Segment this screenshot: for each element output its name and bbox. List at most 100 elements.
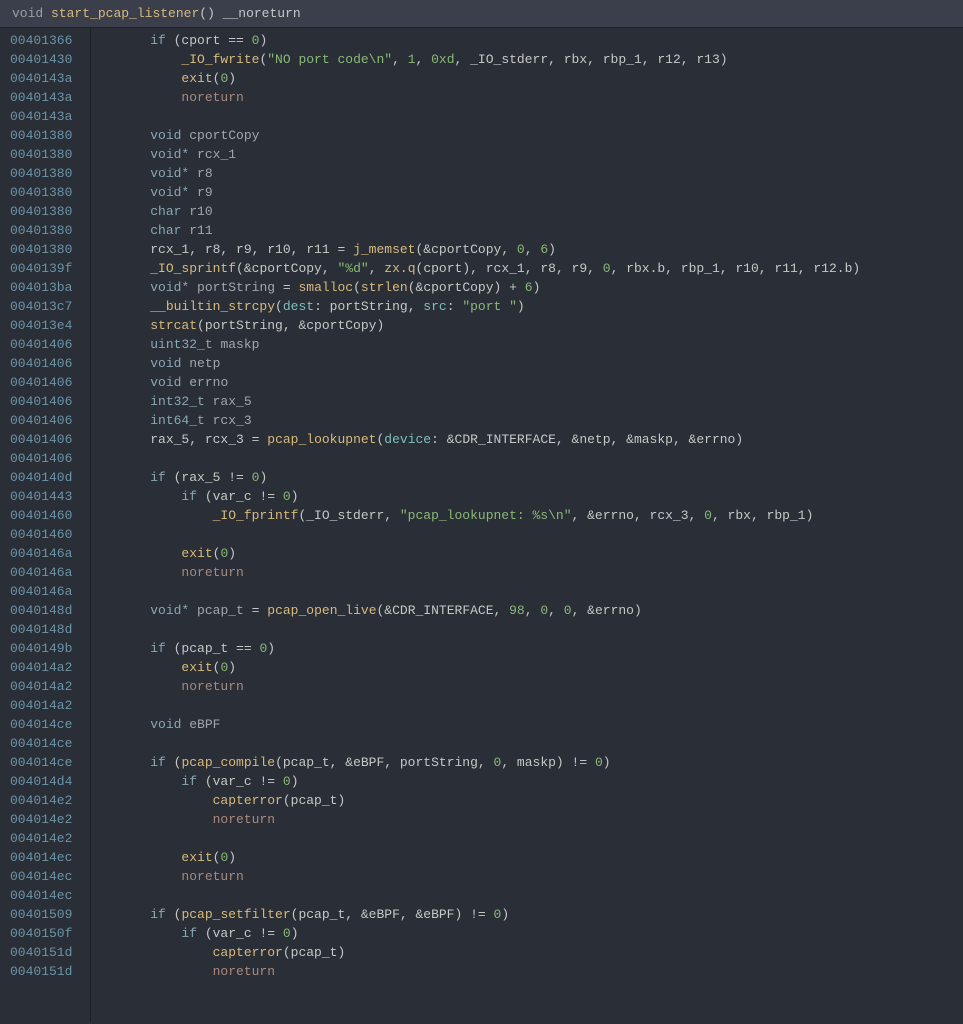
code-line[interactable]: capterror(pcap_t) <box>119 791 963 810</box>
code-line[interactable]: if (var_c != 0) <box>119 772 963 791</box>
address-line[interactable]: 004014a2 <box>10 677 84 696</box>
address-line[interactable]: 00401380 <box>10 202 84 221</box>
address-line[interactable]: 004014ce <box>10 753 84 772</box>
code-line[interactable] <box>119 449 963 468</box>
header-function-name[interactable]: start_pcap_listener <box>51 6 199 21</box>
address-line[interactable]: 004014ce <box>10 734 84 753</box>
code-body[interactable]: if (cport == 0) _IO_fwrite("NO port code… <box>91 28 963 1022</box>
address-line[interactable]: 00401406 <box>10 335 84 354</box>
code-line[interactable]: strcat(portString, &cportCopy) <box>119 316 963 335</box>
code-line[interactable]: char r10 <box>119 202 963 221</box>
code-line[interactable]: exit(0) <box>119 848 963 867</box>
code-line[interactable]: exit(0) <box>119 658 963 677</box>
address-line[interactable]: 00401430 <box>10 50 84 69</box>
address-line[interactable]: 00401380 <box>10 240 84 259</box>
address-line[interactable]: 00401406 <box>10 449 84 468</box>
code-line[interactable]: if (pcap_setfilter(pcap_t, &eBPF, &eBPF)… <box>119 905 963 924</box>
address-line[interactable]: 0040149b <box>10 639 84 658</box>
address-line[interactable]: 0040151d <box>10 943 84 962</box>
address-line[interactable]: 004014a2 <box>10 696 84 715</box>
code-line[interactable] <box>119 620 963 639</box>
address-line[interactable]: 0040150f <box>10 924 84 943</box>
address-line[interactable]: 004014e2 <box>10 810 84 829</box>
address-line[interactable]: 004014ce <box>10 715 84 734</box>
address-line[interactable]: 0040148d <box>10 620 84 639</box>
code-line[interactable]: if (var_c != 0) <box>119 487 963 506</box>
address-line[interactable]: 004014e2 <box>10 791 84 810</box>
code-line[interactable]: void netp <box>119 354 963 373</box>
code-line[interactable]: uint32_t maskp <box>119 335 963 354</box>
code-line[interactable] <box>119 525 963 544</box>
code-line[interactable]: if (rax_5 != 0) <box>119 468 963 487</box>
address-line[interactable]: 004014a2 <box>10 658 84 677</box>
code-line[interactable]: void eBPF <box>119 715 963 734</box>
address-line[interactable]: 00401380 <box>10 164 84 183</box>
code-line[interactable]: void* r9 <box>119 183 963 202</box>
address-line[interactable]: 0040146a <box>10 582 84 601</box>
code-line[interactable] <box>119 696 963 715</box>
address-line[interactable]: 0040146a <box>10 563 84 582</box>
address-line[interactable]: 0040143a <box>10 69 84 88</box>
address-line[interactable]: 00401406 <box>10 354 84 373</box>
address-line[interactable]: 004014ec <box>10 886 84 905</box>
code-line[interactable] <box>119 734 963 753</box>
code-line[interactable]: rcx_1, r8, r9, r10, r11 = j_memset(&cpor… <box>119 240 963 259</box>
code-line[interactable]: void* rcx_1 <box>119 145 963 164</box>
address-line[interactable]: 00401509 <box>10 905 84 924</box>
address-line[interactable]: 0040139f <box>10 259 84 278</box>
address-line[interactable]: 004013c7 <box>10 297 84 316</box>
code-line[interactable]: if (pcap_compile(pcap_t, &eBPF, portStri… <box>119 753 963 772</box>
address-line[interactable]: 0040151d <box>10 962 84 981</box>
code-line[interactable] <box>119 107 963 126</box>
code-line[interactable]: __builtin_strcpy(dest: portString, src: … <box>119 297 963 316</box>
address-line[interactable]: 004014ec <box>10 867 84 886</box>
address-line[interactable]: 004013e4 <box>10 316 84 335</box>
address-line[interactable]: 00401380 <box>10 126 84 145</box>
code-line[interactable]: noreturn <box>119 867 963 886</box>
address-line[interactable]: 0040148d <box>10 601 84 620</box>
address-line[interactable]: 00401406 <box>10 411 84 430</box>
code-line[interactable]: if (cport == 0) <box>119 31 963 50</box>
code-line[interactable] <box>119 829 963 848</box>
code-line[interactable]: exit(0) <box>119 544 963 563</box>
address-line[interactable]: 00401406 <box>10 373 84 392</box>
code-line[interactable]: noreturn <box>119 677 963 696</box>
code-line[interactable]: char r11 <box>119 221 963 240</box>
address-line[interactable]: 00401460 <box>10 525 84 544</box>
address-line[interactable]: 004013ba <box>10 278 84 297</box>
address-line[interactable]: 00401380 <box>10 145 84 164</box>
address-line[interactable]: 00401406 <box>10 430 84 449</box>
code-line[interactable]: void* r8 <box>119 164 963 183</box>
address-line[interactable]: 00401380 <box>10 183 84 202</box>
code-line[interactable]: _IO_fwrite("NO port code\n", 1, 0xd, _IO… <box>119 50 963 69</box>
code-line[interactable]: void errno <box>119 373 963 392</box>
code-line[interactable]: if (pcap_t == 0) <box>119 639 963 658</box>
code-line[interactable]: capterror(pcap_t) <box>119 943 963 962</box>
code-line[interactable]: void* portString = smalloc(strlen(&cport… <box>119 278 963 297</box>
code-area[interactable]: 00401366004014300040143a0040143a0040143a… <box>0 28 963 1022</box>
code-line[interactable]: if (var_c != 0) <box>119 924 963 943</box>
address-line[interactable]: 004014e2 <box>10 829 84 848</box>
code-line[interactable]: int64_t rcx_3 <box>119 411 963 430</box>
code-line[interactable] <box>119 886 963 905</box>
address-line[interactable]: 004014ec <box>10 848 84 867</box>
address-line[interactable]: 00401366 <box>10 31 84 50</box>
code-line[interactable]: noreturn <box>119 563 963 582</box>
code-line[interactable]: _IO_fprintf(_IO_stderr, "pcap_lookupnet:… <box>119 506 963 525</box>
address-line[interactable]: 00401460 <box>10 506 84 525</box>
code-line[interactable]: noreturn <box>119 810 963 829</box>
address-line[interactable]: 0040143a <box>10 88 84 107</box>
address-line[interactable]: 0040143a <box>10 107 84 126</box>
address-line[interactable]: 0040146a <box>10 544 84 563</box>
code-line[interactable]: int32_t rax_5 <box>119 392 963 411</box>
code-line[interactable]: void cportCopy <box>119 126 963 145</box>
code-line[interactable] <box>119 582 963 601</box>
code-line[interactable]: rax_5, rcx_3 = pcap_lookupnet(device: &C… <box>119 430 963 449</box>
code-line[interactable]: exit(0) <box>119 69 963 88</box>
code-line[interactable]: _IO_sprintf(&cportCopy, "%d", zx.q(cport… <box>119 259 963 278</box>
address-line[interactable]: 00401380 <box>10 221 84 240</box>
address-line[interactable]: 004014d4 <box>10 772 84 791</box>
code-line[interactable]: void* pcap_t = pcap_open_live(&CDR_INTER… <box>119 601 963 620</box>
address-line[interactable]: 00401406 <box>10 392 84 411</box>
address-gutter[interactable]: 00401366004014300040143a0040143a0040143a… <box>0 28 90 1022</box>
